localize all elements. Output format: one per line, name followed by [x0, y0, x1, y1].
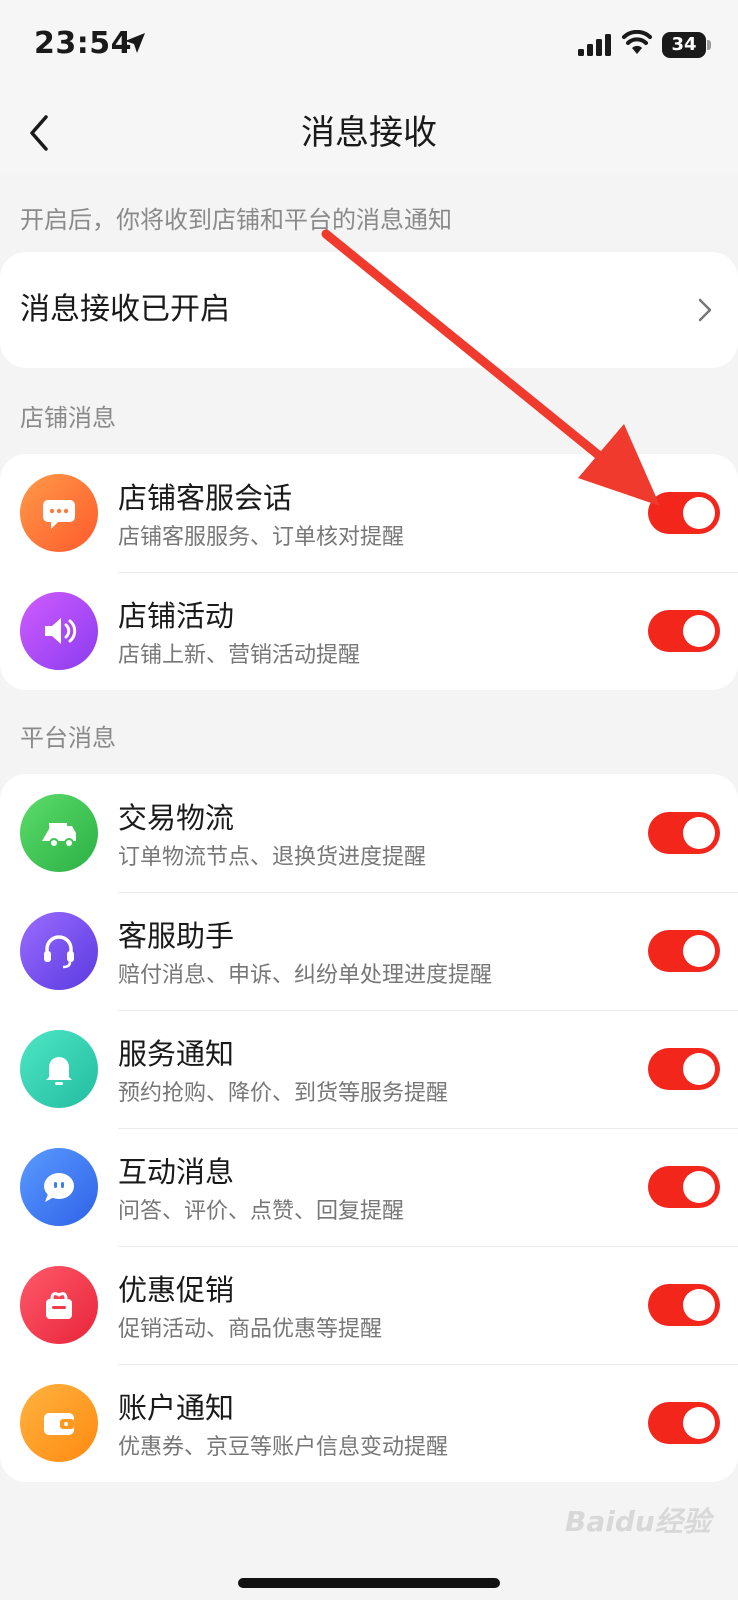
section-title-store: 店铺消息	[20, 404, 116, 432]
toggle-knob	[683, 935, 715, 967]
wallet-icon	[20, 1384, 98, 1462]
toggle-switch-logistics[interactable]	[648, 812, 720, 854]
battery-level: 34	[671, 34, 697, 55]
store-messages-card: 店铺客服会话 店铺客服服务、订单核对提醒 店铺活动 店铺上新、营销活动提醒	[0, 454, 738, 690]
location-arrow-icon	[125, 33, 145, 53]
toggle-switch-promotion[interactable]	[648, 1284, 720, 1326]
toggle-switch-store-chat[interactable]	[648, 492, 720, 534]
row-title: 店铺活动	[118, 599, 235, 633]
truck-icon	[20, 794, 98, 872]
home-indicator[interactable]	[238, 1578, 500, 1588]
master-setting-label: 消息接收已开启	[20, 292, 230, 327]
row-title: 优惠促销	[118, 1273, 235, 1307]
chevron-right-icon	[698, 298, 712, 322]
toggle-knob	[683, 497, 715, 529]
message-icon	[20, 1148, 98, 1226]
toggle-switch-service-assistant[interactable]	[648, 930, 720, 972]
toggle-switch-store-activity[interactable]	[648, 610, 720, 652]
row-title: 互动消息	[118, 1155, 235, 1189]
section-title-platform: 平台消息	[20, 724, 116, 752]
master-setting-row[interactable]: 消息接收已开启	[0, 252, 738, 368]
setting-row-logistics[interactable]: 交易物流 订单物流节点、退换货进度提醒	[0, 774, 738, 892]
cellular-signal-icon	[578, 34, 611, 56]
setting-row-store-activity[interactable]: 店铺活动 店铺上新、营销活动提醒	[0, 572, 738, 690]
setting-row-promotion[interactable]: 优惠促销 促销活动、商品优惠等提醒	[0, 1246, 738, 1364]
row-description: 赔付消息、申诉、纠纷单处理进度提醒	[118, 963, 493, 988]
toggle-knob	[683, 817, 715, 849]
toggle-knob	[683, 615, 715, 647]
headset-icon	[20, 912, 98, 990]
row-description: 问答、评价、点赞、回复提醒	[118, 1199, 405, 1224]
speaker-icon	[20, 592, 98, 670]
toggle-switch-interaction[interactable]	[648, 1166, 720, 1208]
setting-row-store-chat[interactable]: 店铺客服会话 店铺客服服务、订单核对提醒	[0, 454, 738, 572]
platform-messages-card: 交易物流 订单物流节点、退换货进度提醒 客服助手 赔付消息、申诉、纠纷单处理进度…	[0, 774, 738, 1482]
toggle-knob	[683, 1053, 715, 1085]
bell-icon	[20, 1030, 98, 1108]
toggle-switch-service-notice[interactable]	[648, 1048, 720, 1090]
row-title: 服务通知	[118, 1037, 235, 1071]
chat-bubble-icon	[20, 474, 98, 552]
setting-row-service-assistant[interactable]: 客服助手 赔付消息、申诉、纠纷单处理进度提醒	[0, 892, 738, 1010]
battery-indicator: 34	[662, 32, 706, 58]
toggle-knob	[683, 1289, 715, 1321]
master-setting-card[interactable]: 消息接收已开启	[0, 252, 738, 368]
toggle-switch-account[interactable]	[648, 1402, 720, 1444]
row-title: 账户通知	[118, 1391, 235, 1425]
row-description: 店铺客服服务、订单核对提醒	[118, 525, 405, 550]
row-title: 客服助手	[118, 919, 235, 953]
watermark-logo: Baidu经验	[565, 1505, 711, 1538]
row-description: 订单物流节点、退换货进度提醒	[118, 845, 427, 870]
toggle-knob	[683, 1171, 715, 1203]
row-description: 店铺上新、营销活动提醒	[118, 643, 361, 668]
hint-text: 开启后，你将收到店铺和平台的消息通知	[20, 206, 452, 234]
setting-row-account[interactable]: 账户通知 优惠券、京豆等账户信息变动提醒	[0, 1364, 738, 1482]
page-title: 消息接收	[301, 113, 437, 153]
row-description: 预约抢购、降价、到货等服务提醒	[118, 1081, 449, 1106]
gift-icon	[20, 1266, 98, 1344]
status-bar: 23:54 34	[0, 0, 738, 92]
row-title: 店铺客服会话	[118, 481, 293, 515]
setting-row-interaction[interactable]: 互动消息 问答、评价、点赞、回复提醒	[0, 1128, 738, 1246]
row-description: 促销活动、商品优惠等提醒	[118, 1317, 383, 1342]
wifi-icon	[622, 30, 652, 54]
setting-row-service-notice[interactable]: 服务通知 预约抢购、降价、到货等服务提醒	[0, 1010, 738, 1128]
row-title: 交易物流	[118, 801, 235, 835]
status-time: 23:54	[34, 26, 132, 61]
row-description: 优惠券、京豆等账户信息变动提醒	[118, 1435, 449, 1460]
toggle-knob	[683, 1407, 715, 1439]
navigation-bar: 消息接收	[0, 92, 738, 174]
battery-tip	[707, 40, 711, 50]
